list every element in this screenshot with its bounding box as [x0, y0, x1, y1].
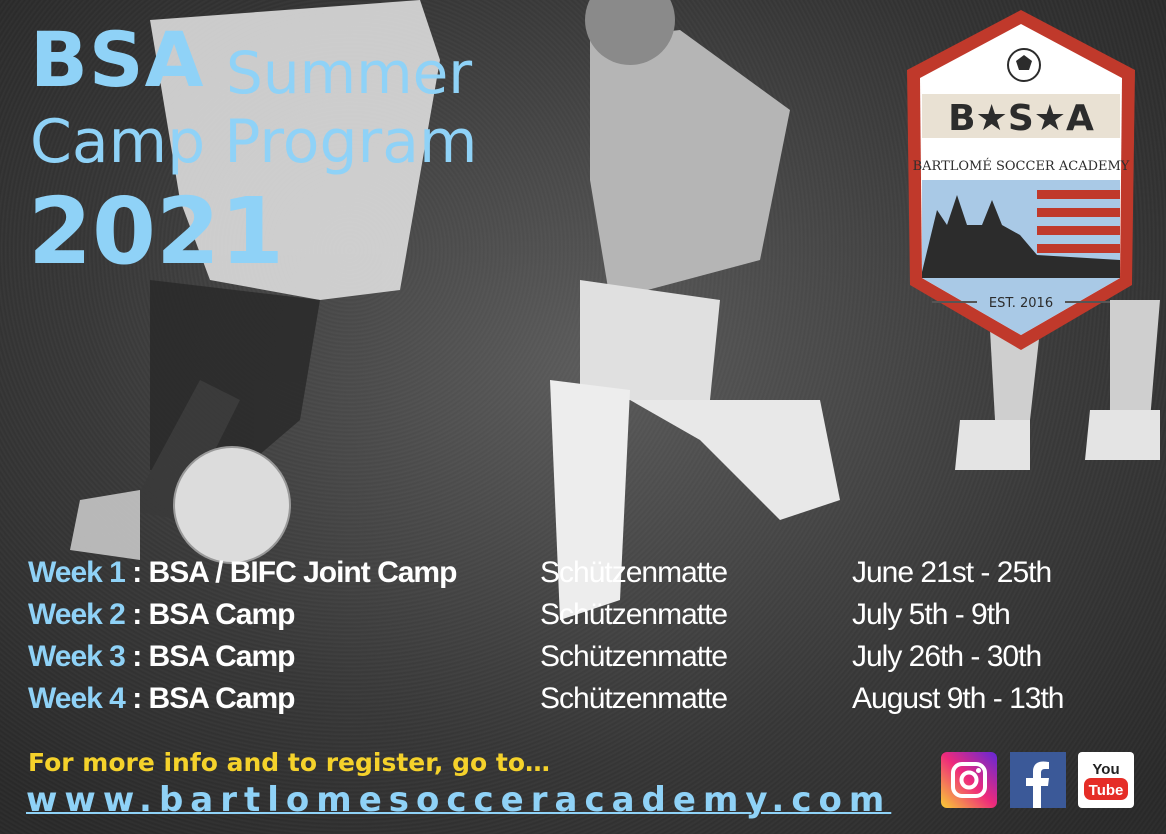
- poster: BSA Summer Camp Program 2021 B★S★A BARTL…: [0, 0, 1166, 834]
- camp-dates: July 26th - 30th: [852, 640, 1042, 673]
- week-label: Week 1: [28, 556, 126, 589]
- camp-name: BSA Camp: [148, 640, 296, 673]
- crest-letters: B★S★A: [948, 98, 1094, 139]
- title-summer: Summer: [226, 39, 473, 107]
- camp-name: BSA Camp: [148, 682, 296, 715]
- camp-location: Schützenmatte: [540, 598, 728, 631]
- title-year: 2021: [28, 178, 285, 285]
- facebook-icon[interactable]: [1010, 752, 1066, 808]
- camp-name: BSA Camp: [148, 598, 296, 631]
- youtube-tube: Tube: [1089, 782, 1124, 799]
- week-label: Week 4: [28, 682, 126, 715]
- camp-location: Schützenmatte: [540, 640, 728, 673]
- week-label: Week 3: [28, 640, 126, 673]
- website-link[interactable]: www.bartlomesocceracademy.com: [26, 780, 891, 820]
- title-bsa: BSA: [30, 15, 205, 104]
- crest-academy-name: BARTLOMÉ SOCCER ACADEMY: [913, 158, 1130, 174]
- schedule-row-week-2: Week 2 : BSA Camp Schützenmatte July 5th…: [28, 598, 1011, 631]
- schedule-row-week-1: Week 1 : BSA / BIFC Joint Camp Schützenm…: [28, 556, 1052, 589]
- crest-established: EST. 2016: [989, 296, 1053, 311]
- camp-dates: July 5th - 9th: [852, 598, 1011, 631]
- camp-location: Schützenmatte: [540, 682, 728, 715]
- academy-crest-logo: B★S★A BARTLOMÉ SOCCER ACADEMY EST. 2016: [907, 10, 1135, 350]
- camp-location: Schützenmatte: [540, 556, 728, 589]
- schedule-row-week-3: Week 3 : BSA Camp Schützenmatte July 26t…: [28, 640, 1042, 673]
- title-camp-program: Camp Program: [30, 107, 478, 177]
- youtube-you: You: [1092, 761, 1119, 778]
- camp-dates: August 9th - 13th: [852, 682, 1064, 715]
- camp-dates: June 21st - 25th: [852, 556, 1052, 589]
- instagram-icon[interactable]: [941, 752, 997, 808]
- youtube-icon[interactable]: You Tube: [1078, 752, 1134, 808]
- register-info-text: For more info and to register, go to…: [28, 748, 550, 777]
- week-label: Week 2: [28, 598, 126, 631]
- schedule-row-week-4: Week 4 : BSA Camp Schützenmatte August 9…: [28, 682, 1064, 715]
- camp-name: BSA / BIFC Joint Camp: [148, 556, 458, 589]
